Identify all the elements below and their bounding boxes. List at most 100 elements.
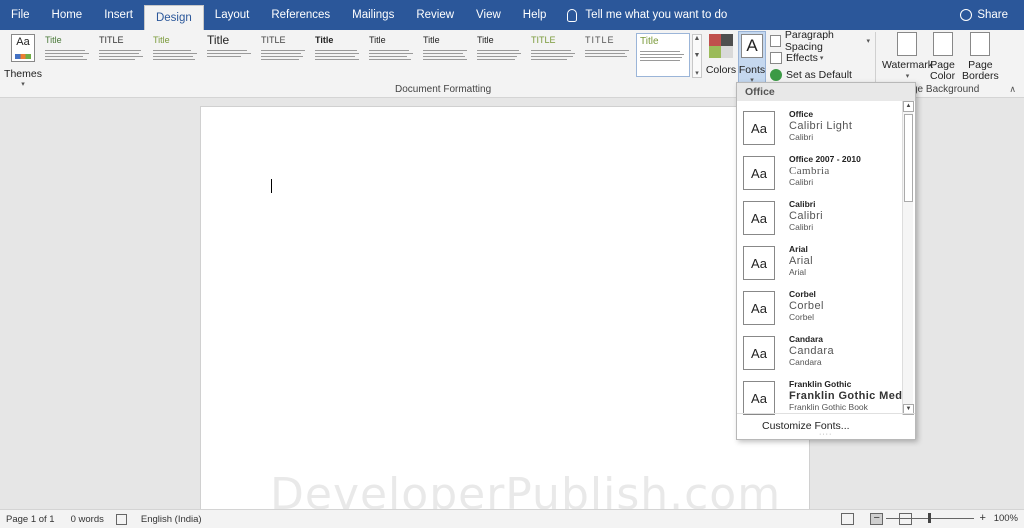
tell-me-search[interactable]: Tell me what you want to do	[567, 8, 728, 22]
style-title: Title	[207, 35, 230, 46]
themes-button[interactable]: Aa Themes ▾	[4, 32, 42, 94]
font-preview-icon: Aa	[743, 381, 775, 415]
style-set-item[interactable]: Title	[366, 33, 420, 77]
font-name: Calibri	[789, 199, 816, 209]
font-body: Calibri	[789, 132, 814, 142]
scroll-up-icon[interactable]: ▲	[694, 35, 701, 42]
share-button[interactable]: Share	[960, 0, 1008, 30]
font-body: Calibri	[789, 222, 814, 232]
style-set-item-selected[interactable]: Title	[636, 33, 690, 77]
language-indicator[interactable]: English (India)	[141, 514, 202, 525]
font-option-calibri[interactable]: Aa Calibri Calibri Calibri	[737, 195, 903, 240]
themes-label: Themes	[4, 68, 42, 80]
word-count[interactable]: 0 words	[71, 514, 104, 525]
gallery-more-icon[interactable]: ▾	[695, 69, 699, 77]
style-title: TITLE	[261, 35, 286, 45]
colors-button[interactable]: Colors	[706, 32, 736, 94]
resize-grip-icon[interactable]: ····	[819, 431, 832, 438]
lightbulb-icon	[567, 8, 578, 22]
font-preview-icon: Aa	[743, 291, 775, 325]
font-heading: Franklin Gothic Med	[789, 390, 903, 402]
text-cursor	[271, 179, 272, 193]
read-mode-icon[interactable]	[841, 513, 854, 525]
title-menu-bar: File Home Insert Design Layout Reference…	[0, 0, 1024, 30]
tab-home[interactable]: Home	[41, 0, 94, 30]
style-set-item[interactable]: TITLE	[582, 33, 636, 77]
font-body: Candara	[789, 357, 822, 367]
font-preview-icon: Aa	[743, 246, 775, 280]
tab-insert[interactable]: Insert	[93, 0, 144, 30]
tab-file[interactable]: File	[0, 0, 41, 30]
share-label: Share	[977, 9, 1008, 21]
font-heading: Cambria	[789, 165, 830, 177]
style-set-item[interactable]: Title	[474, 33, 528, 77]
page-count[interactable]: Page 1 of 1	[6, 514, 55, 525]
tab-review[interactable]: Review	[405, 0, 465, 30]
font-option-candara[interactable]: Aa Candara Candara Candara	[737, 330, 903, 375]
page-color-icon	[932, 32, 953, 56]
style-set-item[interactable]: Title	[150, 33, 204, 77]
page-color-button[interactable]: Page Color	[930, 32, 955, 82]
page-background-group-label: ge Background	[912, 84, 980, 95]
tab-help[interactable]: Help	[512, 0, 558, 30]
font-heading: Arial	[789, 255, 814, 267]
tab-layout[interactable]: Layout	[204, 0, 261, 30]
style-title: Title	[315, 35, 334, 45]
font-body: Franklin Gothic Book	[789, 402, 868, 412]
scroll-thumb[interactable]	[904, 114, 913, 202]
style-set-item[interactable]: TITLE	[96, 33, 150, 77]
font-name: Candara	[789, 334, 824, 344]
scroll-up-icon[interactable]: ▲	[903, 101, 914, 112]
gallery-scroll[interactable]: ▲ ▼ ▾	[692, 34, 702, 78]
zoom-slider-knob[interactable]	[927, 512, 931, 523]
scroll-down-icon[interactable]: ▼	[694, 52, 701, 59]
paragraph-spacing-icon	[770, 34, 781, 47]
style-title: Title	[45, 35, 62, 45]
font-preview-icon: Aa	[743, 336, 775, 370]
color-swatch	[721, 34, 733, 46]
font-heading: Calibri	[789, 210, 823, 222]
tab-mailings[interactable]: Mailings	[341, 0, 405, 30]
set-as-default-button[interactable]: Set as Default	[770, 66, 870, 83]
style-set-item[interactable]: Title	[420, 33, 474, 77]
collapse-ribbon-icon[interactable]: ∧	[1009, 84, 1016, 95]
style-set-item[interactable]: Title	[42, 33, 96, 77]
font-option-office-2007[interactable]: Aa Office 2007 - 2010 Cambria Calibri	[737, 150, 903, 195]
style-set-item[interactable]: Title	[312, 33, 366, 77]
style-set-item[interactable]: TITLE	[258, 33, 312, 77]
font-name: Corbel	[789, 289, 816, 299]
font-preview-icon: Aa	[743, 201, 775, 235]
font-heading: Calibri Light	[789, 120, 853, 132]
style-set-item[interactable]: Title	[204, 33, 258, 77]
font-preview-icon: Aa	[743, 111, 775, 145]
style-set-gallery: Title TITLE Title Title TITLE Title Titl…	[42, 33, 690, 77]
proofing-icon[interactable]	[115, 513, 127, 525]
page-borders-label-2: Borders	[962, 70, 999, 82]
tab-view[interactable]: View	[465, 0, 512, 30]
person-icon	[960, 9, 973, 21]
zoom-slider[interactable]	[885, 512, 974, 523]
watermark-button[interactable]: Watermark ▾	[882, 32, 933, 82]
dropdown-scrollbar[interactable]: ▲ ▼	[902, 101, 914, 415]
tab-design[interactable]: Design	[143, 5, 204, 30]
tab-references[interactable]: References	[260, 0, 341, 30]
font-option-office[interactable]: Aa Office Calibri Light Calibri	[737, 105, 903, 150]
page-borders-button[interactable]: Page Borders	[962, 32, 999, 82]
paragraph-effects-group: Paragraph Spacing ▾ Effects ▾ Set as Defau…	[770, 29, 870, 83]
zoom-in-button[interactable]: +	[978, 512, 988, 524]
chevron-down-icon: ▾	[819, 54, 824, 62]
chevron-down-icon: ▾	[21, 81, 25, 88]
color-swatch	[721, 46, 733, 58]
zoom-out-button[interactable]: −	[872, 512, 882, 524]
paragraph-spacing-button[interactable]: Paragraph Spacing ▾	[770, 29, 870, 53]
font-option-arial[interactable]: Aa Arial Arial Arial	[737, 240, 903, 285]
document-page[interactable]	[200, 106, 810, 509]
zoom-level[interactable]: 100%	[994, 513, 1018, 524]
status-bar: Page 1 of 1 0 words English (India) − + …	[0, 509, 1024, 528]
tell-me-text: Tell me what you want to do	[585, 9, 728, 21]
font-option-corbel[interactable]: Aa Corbel Corbel Corbel	[737, 285, 903, 330]
style-set-item[interactable]: TITLE	[528, 33, 582, 77]
customize-fonts-link[interactable]: Customize Fonts...	[762, 420, 850, 432]
font-name: Arial	[789, 244, 808, 254]
dropdown-footer: Customize Fonts... ····	[737, 413, 915, 439]
